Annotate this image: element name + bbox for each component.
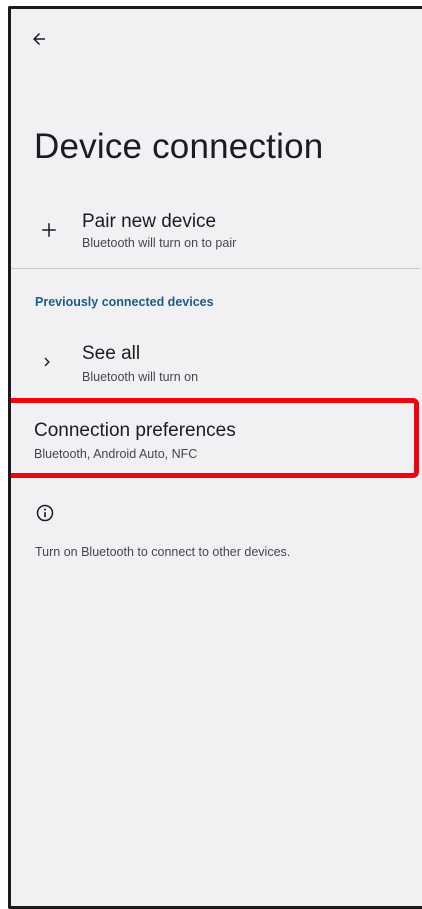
see-all-summary: Bluetooth will turn on	[82, 370, 199, 384]
connection-preferences-title: Connection preferences	[34, 420, 236, 441]
plus-icon	[38, 219, 60, 241]
see-all-item[interactable]: See all Bluetooth will turn on	[11, 331, 420, 393]
device-screen: Device connection Pair new device Blueto…	[8, 6, 422, 909]
connection-preferences-item[interactable]: Connection preferences Bluetooth, Androi…	[11, 405, 420, 473]
see-all-title: See all	[82, 343, 141, 364]
chevron-right-icon	[38, 353, 56, 371]
back-button[interactable]	[26, 26, 52, 52]
pair-new-device-summary: Bluetooth will turn on to pair	[82, 236, 237, 250]
connection-preferences-summary: Bluetooth, Android Auto, NFC	[34, 447, 198, 461]
section-header-previously-connected: Previously connected devices	[35, 295, 214, 309]
footer-text: Turn on Bluetooth to connect to other de…	[35, 545, 291, 559]
pair-new-device-title: Pair new device	[82, 211, 217, 232]
info-icon	[36, 504, 54, 522]
pair-new-device-item[interactable]: Pair new device Bluetooth will turn on t…	[11, 199, 420, 265]
arrow-back-icon	[33, 33, 45, 45]
page-title: Device connection	[34, 127, 324, 166]
divider	[11, 268, 420, 269]
